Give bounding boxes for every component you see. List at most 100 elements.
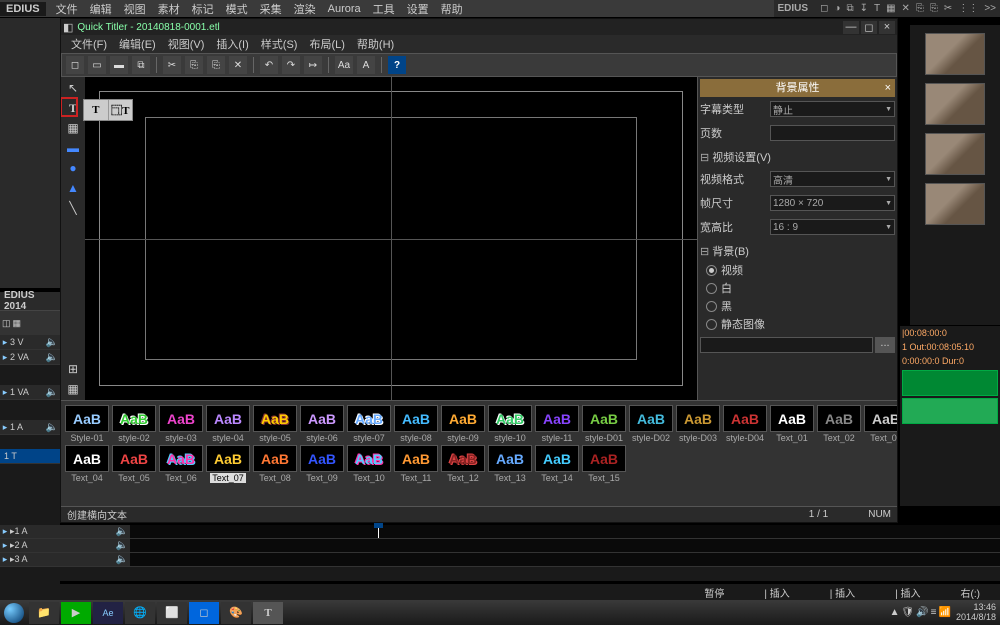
style-preset[interactable]: AaBstyle-06: [300, 405, 344, 443]
tool-icon[interactable]: ◻: [820, 3, 828, 14]
speaker-icon[interactable]: 🔈: [44, 422, 60, 433]
clip-thumbnail[interactable]: [925, 33, 985, 75]
menu-clip[interactable]: 素材: [152, 0, 186, 18]
tool-icon[interactable]: ⎘: [916, 3, 924, 14]
tool-icon[interactable]: ⎘: [930, 3, 938, 14]
clip-thumbnail[interactable]: [925, 133, 985, 175]
style-preset[interactable]: AaBText_05: [112, 445, 156, 483]
track-label[interactable]: ▸3 A: [10, 554, 28, 565]
menu-view[interactable]: 视图: [118, 0, 152, 18]
style-preset[interactable]: AaBstyle-05: [253, 405, 297, 443]
style-preset[interactable]: AaBText_11: [394, 445, 438, 483]
font-icon[interactable]: Aa: [335, 56, 353, 74]
menu-tools[interactable]: 工具: [367, 0, 401, 18]
close-icon[interactable]: ×: [879, 21, 895, 34]
speaker-icon[interactable]: 🔈: [44, 387, 60, 398]
style-preset[interactable]: AaBstyle-07: [347, 405, 391, 443]
copy-icon[interactable]: ⎘: [185, 56, 203, 74]
titler-menu-help[interactable]: 帮助(H): [351, 36, 400, 52]
style-preset[interactable]: AaBstyle-D03: [676, 405, 720, 443]
playhead[interactable]: [378, 525, 379, 538]
start-button[interactable]: [0, 602, 28, 624]
speaker-icon[interactable]: 🔈: [114, 554, 130, 565]
bg-white-radio[interactable]: 白: [700, 279, 895, 297]
help-icon[interactable]: ?: [388, 56, 406, 74]
tool-icon[interactable]: ✂: [944, 3, 952, 14]
menu-capture[interactable]: 采集: [254, 0, 288, 18]
vertical-text-icon[interactable]: ⿹T: [109, 100, 133, 120]
menu-mode[interactable]: 模式: [220, 0, 254, 18]
tool-icon[interactable]: ↧: [860, 3, 868, 14]
frame-select[interactable]: 1280 × 720: [770, 195, 895, 211]
timeline-lane[interactable]: [130, 553, 1000, 566]
rect-tool-icon[interactable]: ▬: [64, 139, 82, 157]
style-preset[interactable]: AaBText_15: [582, 445, 626, 483]
open-icon[interactable]: ▭: [88, 56, 106, 74]
format-select[interactable]: 高清: [770, 171, 895, 187]
bg-video-radio[interactable]: 视频: [700, 261, 895, 279]
track-label[interactable]: ▸1 A: [10, 526, 28, 537]
style-preset[interactable]: AaBText_10: [347, 445, 391, 483]
tool-icon[interactable]: >>: [984, 3, 996, 14]
tool-icon[interactable]: ⧉: [846, 3, 853, 14]
undo-icon[interactable]: ↶: [260, 56, 278, 74]
tool-icon[interactable]: ⋮⋮: [958, 3, 978, 14]
clip-thumbnail[interactable]: [925, 183, 985, 225]
grid-icon[interactable]: ⊞: [64, 360, 82, 378]
style-preset[interactable]: AaBText_14: [535, 445, 579, 483]
style-preset[interactable]: AaBText_07: [206, 445, 250, 483]
speaker-icon[interactable]: 🔈: [44, 352, 60, 363]
font2-icon[interactable]: A: [357, 56, 375, 74]
style-preset[interactable]: AaBStyle-01: [65, 405, 109, 443]
tool-icon[interactable]: ◑: [834, 3, 840, 14]
titler-menu-file[interactable]: 文件(F): [65, 36, 113, 52]
cut-icon[interactable]: ✂: [163, 56, 181, 74]
style-preset[interactable]: AaBText_09: [300, 445, 344, 483]
track-label[interactable]: 2 VA: [10, 352, 29, 362]
video-section[interactable]: 视频设置(V): [700, 149, 895, 165]
track-label[interactable]: ▸2 A: [10, 540, 28, 551]
menu-settings[interactable]: 设置: [401, 0, 435, 18]
tool-icon[interactable]: ✕: [902, 3, 910, 14]
speaker-icon[interactable]: 🔈: [44, 337, 60, 348]
titler-menu-layout[interactable]: 布局(L): [303, 36, 350, 52]
style-preset[interactable]: AaBstyle-10: [488, 405, 532, 443]
forward-icon[interactable]: ↦: [304, 56, 322, 74]
style-preset[interactable]: AaBText_06: [159, 445, 203, 483]
tray-icons[interactable]: ▲🛡🔊≡📶: [889, 607, 952, 618]
grid2-icon[interactable]: ▦: [64, 380, 82, 398]
style-preset[interactable]: AaBText_01: [770, 405, 814, 443]
tool-icon[interactable]: ▦: [886, 3, 895, 14]
clip-thumbnail[interactable]: [925, 83, 985, 125]
taskbar-item-edius[interactable]: ▶: [61, 602, 91, 624]
style-preset[interactable]: AaBstyle-D02: [629, 405, 673, 443]
track-label[interactable]: 1 VA: [10, 387, 29, 397]
style-preset[interactable]: AaBText_13: [488, 445, 532, 483]
minimize-icon[interactable]: —: [843, 21, 859, 34]
style-preset[interactable]: AaBText_12: [441, 445, 485, 483]
style-preset[interactable]: AaBstyle-D01: [582, 405, 626, 443]
new-icon[interactable]: ◻: [66, 56, 84, 74]
redo-icon[interactable]: ↷: [282, 56, 300, 74]
titler-titlebar[interactable]: ◧ Quick Titler - 20140818-0001.etl — ◻ ×: [61, 19, 897, 35]
taskbar-item[interactable]: Ae: [93, 602, 123, 624]
speaker-icon[interactable]: 🔈: [114, 540, 130, 551]
toolbar-icon[interactable]: ◫: [2, 318, 11, 329]
style-preset[interactable]: AaBText_02: [817, 405, 861, 443]
ellipse-tool-icon[interactable]: ●: [64, 159, 82, 177]
titler-menu-style[interactable]: 样式(S): [255, 36, 304, 52]
subtitle-type-select[interactable]: 静止: [770, 101, 895, 117]
track-label[interactable]: 1 A: [10, 422, 23, 432]
taskbar-item[interactable]: 🌐: [125, 602, 155, 624]
menu-render[interactable]: 渲染: [288, 0, 322, 18]
style-preset[interactable]: AaBText_04: [65, 445, 109, 483]
pages-input[interactable]: [770, 125, 895, 141]
menu-aurora[interactable]: Aurora: [322, 2, 367, 16]
style-preset[interactable]: AaBstyle-02: [112, 405, 156, 443]
style-preset[interactable]: AaBText_03: [864, 405, 897, 443]
menu-marker[interactable]: 标记: [186, 0, 220, 18]
delete-icon[interactable]: ✕: [229, 56, 247, 74]
image-path-input[interactable]: [700, 337, 873, 353]
horizontal-text-icon[interactable]: T: [84, 100, 109, 120]
timeline-lane[interactable]: [130, 539, 1000, 552]
